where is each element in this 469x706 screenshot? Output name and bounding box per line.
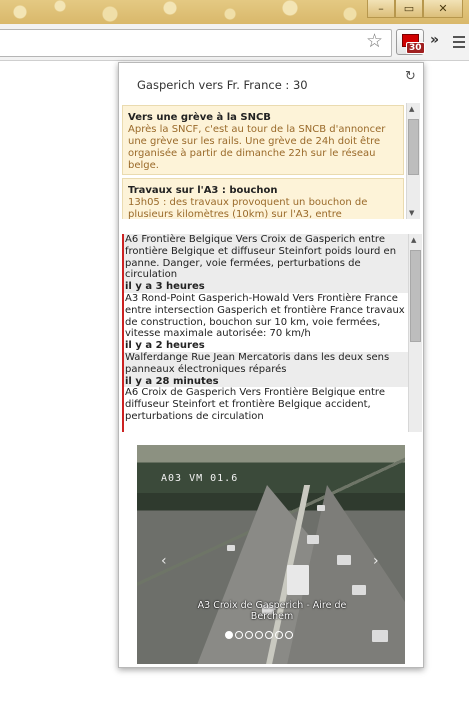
scrollbar-thumb[interactable] bbox=[408, 119, 419, 175]
close-button[interactable]: ✕ bbox=[423, 0, 463, 18]
news-item[interactable]: Travaux sur l'A3 : bouchon 13h05 : des t… bbox=[122, 178, 404, 219]
traffic-text: A6 Frontière Belgique Vers Croix de Gasp… bbox=[125, 234, 397, 281]
car bbox=[227, 545, 235, 551]
car bbox=[307, 535, 319, 544]
camera-dot[interactable] bbox=[245, 631, 253, 639]
window-controls: – ▭ ✕ bbox=[367, 0, 463, 18]
news-text: Après la SNCF, c'est au tour de la SNCB … bbox=[128, 124, 386, 171]
news-text: 13h05 : des travaux provoquent un boucho… bbox=[128, 197, 368, 219]
extension-badge: 30 bbox=[406, 42, 425, 54]
news-item[interactable]: Vers une grève à la SNCB Après la SNCF, … bbox=[122, 105, 404, 175]
camera-dot[interactable] bbox=[265, 631, 273, 639]
traffic-text: A3 Rond-Point Gasperich-Howald Vers Fron… bbox=[125, 292, 405, 340]
car bbox=[337, 555, 351, 565]
traffic-camera[interactable]: A03 VM 01.6 ‹ › A3 Croix de Gasperich - … bbox=[137, 445, 405, 664]
popup-header: Gasperich vers Fr. France : 30 ↻ bbox=[119, 63, 423, 103]
previous-camera-icon[interactable]: ‹ bbox=[161, 553, 167, 569]
refresh-icon[interactable]: ↻ bbox=[405, 69, 416, 84]
camera-id: A03 VM 01.6 bbox=[161, 473, 239, 484]
traffic-scrollbar[interactable]: ▲ bbox=[408, 234, 422, 432]
menu-icon[interactable] bbox=[453, 36, 465, 51]
camera-dot[interactable] bbox=[255, 631, 263, 639]
camera-dot[interactable] bbox=[235, 631, 243, 639]
next-camera-icon[interactable]: › bbox=[373, 553, 379, 569]
scrollbar-thumb[interactable] bbox=[410, 250, 421, 342]
truck bbox=[287, 565, 309, 595]
address-bar[interactable] bbox=[0, 29, 392, 57]
camera-pagination bbox=[225, 631, 293, 639]
traffic-text: A6 Croix de Gasperich Vers Frontière Bel… bbox=[125, 387, 385, 422]
traffic-text: Walferdange Rue Jean Mercatoris dans les… bbox=[125, 351, 390, 375]
traffic-time: il y a 28 minutes bbox=[125, 375, 219, 387]
route-title: Gasperich vers Fr. France : 30 bbox=[137, 78, 308, 92]
extension-popup: Gasperich vers Fr. France : 30 ↻ Vers un… bbox=[118, 62, 424, 668]
traffic-item: A3 Rond-Point Gasperich-Howald Vers Fron… bbox=[124, 293, 422, 352]
news-panel[interactable]: Vers une grève à la SNCB Après la SNCF, … bbox=[122, 103, 420, 219]
extensions-overflow-icon[interactable]: » bbox=[430, 32, 439, 48]
camera-caption: A3 Croix de Gasperich - Aire de Berchem bbox=[197, 600, 347, 622]
news-title: Vers une grève à la SNCB bbox=[128, 112, 271, 123]
car bbox=[372, 630, 388, 642]
traffic-time: il y a 2 heures bbox=[125, 340, 205, 352]
traffic-time: il y a 3 heures bbox=[125, 281, 205, 293]
scroll-up-icon[interactable]: ▲ bbox=[411, 236, 416, 244]
camera-dot[interactable] bbox=[275, 631, 283, 639]
camera-dot[interactable] bbox=[225, 631, 233, 639]
news-title: Travaux sur l'A3 : bouchon bbox=[128, 185, 278, 196]
news-scrollbar[interactable]: ▲ ▼ bbox=[406, 103, 420, 219]
camera-dot[interactable] bbox=[285, 631, 293, 639]
traffic-list[interactable]: A6 Frontière Belgique Vers Croix de Gasp… bbox=[122, 234, 422, 432]
bookmark-star-icon[interactable]: ☆ bbox=[366, 31, 383, 51]
traffic-item: A6 Frontière Belgique Vers Croix de Gasp… bbox=[124, 234, 422, 293]
car bbox=[352, 585, 366, 595]
scroll-down-icon[interactable]: ▼ bbox=[409, 209, 414, 217]
minimize-button[interactable]: – bbox=[367, 0, 395, 18]
window-titlebar: – ▭ ✕ bbox=[0, 0, 469, 24]
car bbox=[317, 505, 325, 511]
restore-button[interactable]: ▭ bbox=[395, 0, 423, 18]
traffic-item: Walferdange Rue Jean Mercatoris dans les… bbox=[124, 351, 422, 388]
traffic-item: A6 Croix de Gasperich Vers Frontière Bel… bbox=[124, 387, 422, 422]
scroll-up-icon[interactable]: ▲ bbox=[409, 105, 414, 113]
extension-button[interactable]: 30 bbox=[396, 29, 425, 55]
